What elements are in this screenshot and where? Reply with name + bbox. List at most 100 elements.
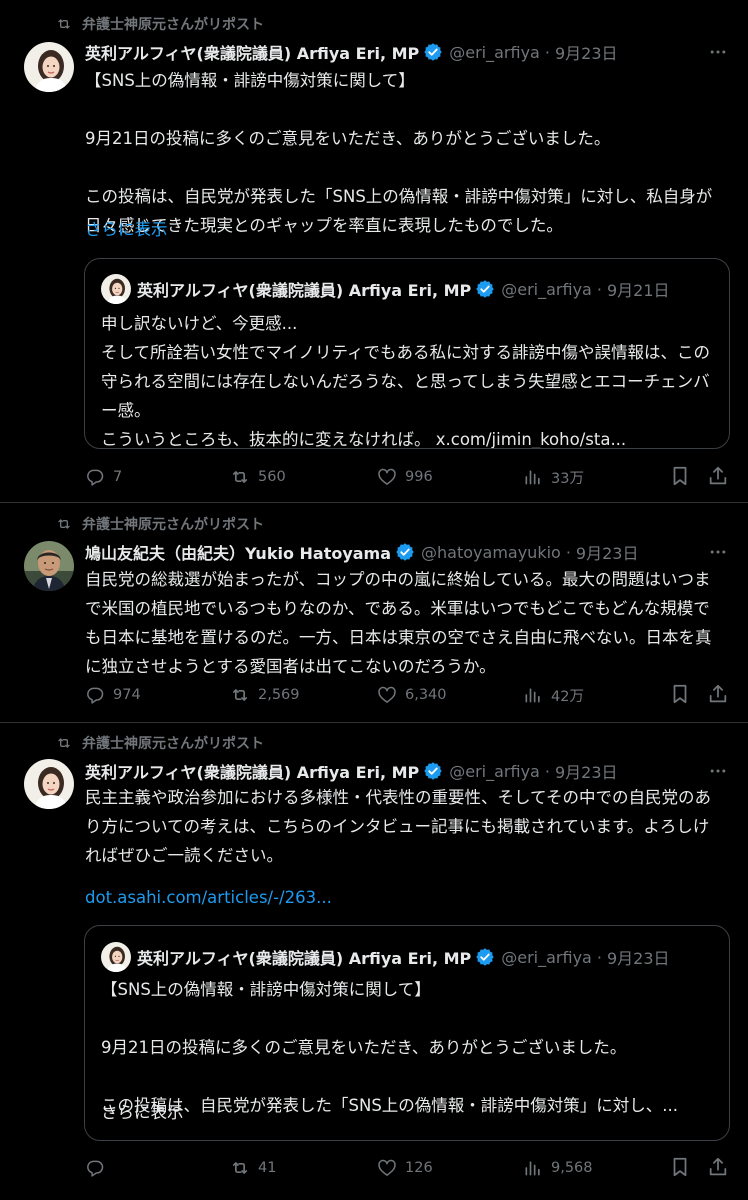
repost-indicator: 弁護士神原元さんがリポスト xyxy=(56,514,264,534)
reply-button[interactable] xyxy=(85,1156,113,1180)
views-count: 33万 xyxy=(551,470,584,487)
author-name[interactable]: 英利アルフィヤ(衆議院議員) Arfiya Eri, MP xyxy=(85,40,419,64)
share-icon[interactable] xyxy=(707,465,729,487)
retweet-count: 560 xyxy=(258,469,286,485)
quote-header: 英利アルフィヤ(衆議院議員) Arfiya Eri, MP @eri_arfiy… xyxy=(137,945,715,969)
views-button[interactable]: 33万 xyxy=(523,465,584,489)
tweet-text: 【SNS上の偽情報・誹謗中傷対策に関して】 9月21日の投稿に多くのご意見をいた… xyxy=(85,71,713,235)
quoted-tweet[interactable]: 英利アルフィヤ(衆議院議員) Arfiya Eri, MP @eri_arfiy… xyxy=(84,258,730,449)
repost-icon xyxy=(56,735,72,751)
repost-label: 弁護士神原元さんがリポスト xyxy=(82,736,264,752)
repost-icon xyxy=(56,516,72,532)
more-icon[interactable] xyxy=(708,42,728,62)
repost-label: 弁護士神原元さんがリポスト xyxy=(82,517,264,533)
repost-indicator: 弁護士神原元さんがリポスト xyxy=(56,14,264,34)
repost-icon xyxy=(56,16,72,32)
retweet-icon xyxy=(230,685,250,705)
avatar[interactable] xyxy=(24,759,74,809)
more-icon[interactable] xyxy=(708,761,728,781)
bookmark-icon[interactable] xyxy=(669,465,691,487)
tweet-card[interactable]: 弁護士神原元さんがリポスト 英利アルフィヤ(衆議院議員) Arfiya Eri,… xyxy=(0,723,748,1200)
bookmark-icon[interactable] xyxy=(669,1156,691,1178)
separator-dot: · xyxy=(544,761,550,781)
avatar[interactable] xyxy=(24,541,74,591)
bookmark-icon[interactable] xyxy=(669,683,691,705)
reply-icon xyxy=(85,1158,105,1178)
quote-date: 9月21日 xyxy=(606,281,670,300)
share-icon[interactable] xyxy=(707,1156,729,1178)
author-handle[interactable]: @eri_arfiya xyxy=(449,762,540,781)
retweet-button[interactable]: 560 xyxy=(230,465,286,489)
like-icon xyxy=(377,685,397,705)
action-bar: 974 2,569 6,340 42万 xyxy=(85,683,730,707)
avatar[interactable] xyxy=(24,42,74,92)
reply-count: 7 xyxy=(113,469,123,485)
author-handle[interactable]: @hatoyamayukio xyxy=(421,543,561,562)
more-icon[interactable] xyxy=(708,542,728,562)
quote-avatar xyxy=(101,942,131,972)
tweet-text: 民主主義や政治参加における多様性・代表性の重要性、そしてその中での自民党のあり方… xyxy=(85,788,712,865)
separator-dot: · xyxy=(565,542,571,562)
quoted-tweet[interactable]: 英利アルフィヤ(衆議院議員) Arfiya Eri, MP @eri_arfiy… xyxy=(84,925,730,1141)
verified-badge-icon xyxy=(395,542,415,562)
post-date[interactable]: 9月23日 xyxy=(555,40,618,64)
separator-dot: · xyxy=(596,947,602,967)
retweet-count: 2,569 xyxy=(258,687,300,703)
share-icon[interactable] xyxy=(707,683,729,705)
views-count: 42万 xyxy=(551,688,584,705)
tweet-card[interactable]: 弁護士神原元さんがリポスト 鳩山友紀夫（由紀夫）Yukio Hatoyama @… xyxy=(0,503,748,723)
tweet-header: 英利アルフィヤ(衆議院議員) Arfiya Eri, MP @eri_arfiy… xyxy=(85,759,692,783)
like-button[interactable]: 996 xyxy=(377,465,433,489)
action-bar: 41 126 9,568 xyxy=(85,1156,730,1180)
retweet-button[interactable]: 41 xyxy=(230,1156,276,1180)
tweet-card[interactable]: 弁護士神原元さんがリポスト 英利アルフィヤ(衆議院議員) Arfiya Eri,… xyxy=(0,0,748,503)
article-link[interactable]: dot.asahi.com/articles/-/263... xyxy=(85,883,725,912)
reply-button[interactable]: 7 xyxy=(85,465,122,489)
quote-show-more-link[interactable]: さらに表示 xyxy=(101,1098,715,1127)
tweet-header: 鳩山友紀夫（由紀夫）Yukio Hatoyama @hatoyamayukio … xyxy=(85,540,692,564)
quote-avatar xyxy=(101,274,131,304)
like-button[interactable]: 6,340 xyxy=(377,683,447,707)
repost-indicator: 弁護士神原元さんがリポスト xyxy=(56,733,264,753)
views-icon xyxy=(523,1158,543,1178)
post-date[interactable]: 9月23日 xyxy=(555,759,618,783)
repost-label: 弁護士神原元さんがリポスト xyxy=(82,17,264,33)
views-icon xyxy=(523,467,543,487)
like-button[interactable]: 126 xyxy=(377,1156,433,1180)
retweet-button[interactable]: 2,569 xyxy=(230,683,300,707)
verified-badge-icon xyxy=(423,42,443,62)
like-count: 126 xyxy=(405,1160,433,1176)
quote-date: 9月23日 xyxy=(606,949,670,968)
views-icon xyxy=(523,685,543,705)
views-button[interactable]: 42万 xyxy=(523,683,584,707)
tweet-header: 英利アルフィヤ(衆議院議員) Arfiya Eri, MP @eri_arfiy… xyxy=(85,40,692,64)
show-more-link[interactable]: さらに表示 xyxy=(85,215,725,244)
retweet-icon xyxy=(230,467,250,487)
author-name[interactable]: 鳩山友紀夫（由紀夫）Yukio Hatoyama xyxy=(85,540,391,564)
post-date[interactable]: 9月23日 xyxy=(576,540,639,564)
quote-text: 申し訳ないけど、今更感... そして所詮若い女性でマイノリティでもある私に対する… xyxy=(101,314,711,449)
tweet-text: 自民党の総裁選が始まったが、コップの中の嵐に終始している。最大の問題はいつまで米… xyxy=(85,570,712,676)
like-icon xyxy=(377,467,397,487)
reply-count: 974 xyxy=(113,687,141,703)
reply-icon xyxy=(85,467,105,487)
like-count: 996 xyxy=(405,469,433,485)
like-icon xyxy=(377,1158,397,1178)
action-bar: 7 560 996 33万 xyxy=(85,465,730,489)
verified-badge-icon xyxy=(475,947,495,967)
quote-author-name: 英利アルフィヤ(衆議院議員) Arfiya Eri, MP xyxy=(137,281,472,300)
like-count: 6,340 xyxy=(405,687,447,703)
author-name[interactable]: 英利アルフィヤ(衆議院議員) Arfiya Eri, MP xyxy=(85,759,419,783)
retweet-icon xyxy=(230,1158,250,1178)
quote-header: 英利アルフィヤ(衆議院議員) Arfiya Eri, MP @eri_arfiy… xyxy=(137,277,715,301)
views-count: 9,568 xyxy=(551,1160,593,1176)
separator-dot: · xyxy=(544,42,550,62)
reply-icon xyxy=(85,685,105,705)
author-handle[interactable]: @eri_arfiya xyxy=(449,43,540,62)
separator-dot: · xyxy=(596,279,602,299)
reply-button[interactable]: 974 xyxy=(85,683,141,707)
views-button[interactable]: 9,568 xyxy=(523,1156,593,1180)
quote-author-handle: @eri_arfiya xyxy=(501,279,592,299)
quote-author-handle: @eri_arfiya xyxy=(501,947,592,967)
verified-badge-icon xyxy=(475,279,495,299)
